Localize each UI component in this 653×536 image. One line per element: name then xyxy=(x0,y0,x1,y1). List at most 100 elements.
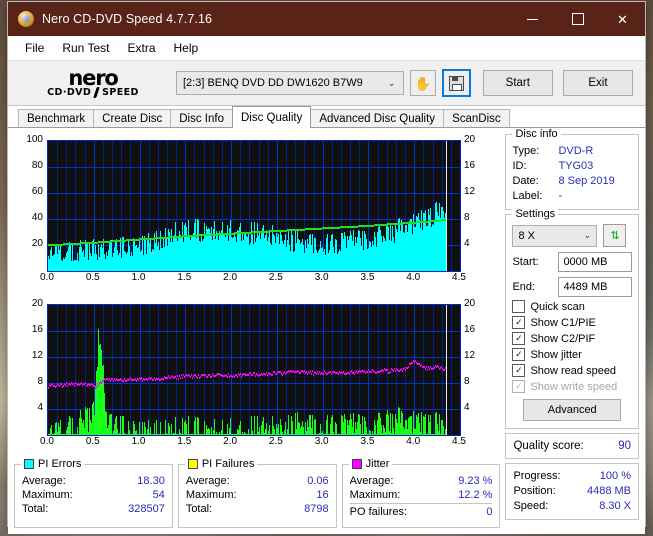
close-button[interactable]: ✕ xyxy=(600,2,645,36)
x-axis-tick-label: 4.5 xyxy=(452,272,466,283)
checkbox-show-jitter[interactable]: ✓ Show jitter xyxy=(512,348,632,361)
data-point xyxy=(272,374,273,376)
data-point xyxy=(96,386,97,388)
data-point xyxy=(267,374,268,376)
menu-file[interactable]: File xyxy=(16,38,53,58)
x-axis-tick-label: 2.5 xyxy=(268,272,283,283)
progress-label: Progress: xyxy=(513,470,561,482)
data-point xyxy=(110,380,111,382)
x-axis-tick-label: 3.5 xyxy=(360,272,375,283)
y-axis-tick-label: 8 xyxy=(37,376,43,387)
data-point xyxy=(153,379,154,381)
data-point xyxy=(227,376,228,378)
tab-advanced-disc-quality[interactable]: Advanced Disc Quality xyxy=(310,109,445,128)
data-bar xyxy=(188,416,189,435)
disc-date-value: 8 Sep 2019 xyxy=(558,175,615,187)
advanced-button[interactable]: Advanced xyxy=(523,399,622,421)
data-point xyxy=(198,374,199,376)
data-bar xyxy=(345,419,346,435)
jitter-color-swatch xyxy=(351,459,362,469)
data-point xyxy=(177,375,178,377)
data-bar xyxy=(175,417,176,435)
data-bar xyxy=(87,408,88,435)
data-point xyxy=(240,373,241,375)
minimize-button[interactable] xyxy=(510,2,555,36)
end-input[interactable]: 4489 MB xyxy=(558,277,632,297)
data-bar xyxy=(70,418,71,435)
save-button[interactable] xyxy=(442,69,471,97)
gridline xyxy=(48,167,460,168)
gridline xyxy=(451,141,452,271)
disc-info-row-date: Date: 8 Sep 2019 xyxy=(512,174,632,189)
data-point xyxy=(234,376,235,378)
speed-select[interactable]: 8 X ⌄ xyxy=(512,224,598,247)
gridline xyxy=(222,305,223,435)
data-bar xyxy=(198,418,199,435)
data-point xyxy=(309,372,310,374)
y-axis-tick-label: 16 xyxy=(31,324,43,335)
jitter-stats-title: Jitter xyxy=(348,458,393,470)
disc-id-label: ID: xyxy=(512,160,527,172)
tab-create-disc[interactable]: Create Disc xyxy=(93,109,172,128)
tab-disc-info[interactable]: Disc Info xyxy=(170,109,233,128)
data-point xyxy=(405,369,406,371)
pi-errors-chart: 0.0 0.5 1.0 1.5 2.0 2.5 3.0 3.5 4.0 4.5 20 40 60 80 10… xyxy=(14,134,501,294)
data-bar xyxy=(362,416,363,435)
checkbox-show-read-speed[interactable]: ✓ Show read speed xyxy=(512,364,632,377)
tab-benchmark[interactable]: Benchmark xyxy=(18,109,95,128)
data-point xyxy=(48,387,49,389)
data-point xyxy=(313,374,314,376)
tab-disc-quality[interactable]: Disc Quality xyxy=(232,106,312,128)
progress-value: 100 % xyxy=(599,470,631,482)
nero-logo-subtitle: CD·DVD SPEED xyxy=(47,87,139,98)
scan-end-marker xyxy=(446,141,447,271)
exit-button[interactable]: Exit xyxy=(562,70,633,96)
start-input[interactable]: 0000 MB xyxy=(558,252,632,272)
checkbox-icon: ✓ xyxy=(512,332,526,345)
minimize-icon xyxy=(527,18,538,20)
start-button[interactable]: Start xyxy=(482,70,553,96)
gridline xyxy=(75,141,76,271)
checkbox-show-c2-pif[interactable]: ✓ Show C2/PIF xyxy=(512,332,632,345)
progress-group: Progress: 100 % Position: 4488 MB Speed:… xyxy=(505,463,639,520)
y2-axis-tick-label: 8 xyxy=(464,212,470,223)
menu-run-test[interactable]: Run Test xyxy=(53,38,118,58)
data-point xyxy=(56,385,57,387)
pi-failures-label: PI Failures xyxy=(201,458,255,470)
gridline xyxy=(66,305,67,435)
data-bar xyxy=(439,414,440,435)
data-point xyxy=(349,373,350,375)
menu-extra[interactable]: Extra xyxy=(118,38,164,58)
refresh-button[interactable]: ⇅ xyxy=(603,224,627,247)
data-point xyxy=(311,373,312,375)
drive-select-value: [2:3] BENQ DVD DD DW1620 B7W9 xyxy=(183,77,363,89)
tab-bar: Benchmark Create Disc Disc Info Disc Qua… xyxy=(8,106,645,128)
drive-select[interactable]: [2:3] BENQ DVD DD DW1620 B7W9 ⌄ xyxy=(176,71,404,95)
y2-axis-tick-label: 4 xyxy=(464,402,470,413)
gridline xyxy=(259,305,260,435)
pi-errors-color-swatch xyxy=(24,459,34,469)
gridline xyxy=(249,305,250,435)
stat-row: Average: 0.06 xyxy=(186,474,329,488)
maximize-button[interactable] xyxy=(555,2,600,36)
checkbox-icon: ✓ xyxy=(512,316,526,329)
data-point xyxy=(190,376,191,378)
gridline xyxy=(57,305,58,435)
data-point xyxy=(426,366,427,368)
nero-cd-dvd-speed-window: Nero CD-DVD Speed 4.7.7.16 ✕ File Run Te… xyxy=(8,2,645,534)
data-point xyxy=(59,385,60,387)
speed-select-value: 8 X xyxy=(518,229,535,242)
eject-button[interactable]: ✋ xyxy=(409,70,437,96)
data-point xyxy=(252,374,253,376)
data-point xyxy=(136,380,137,382)
tab-scandisc[interactable]: ScanDisc xyxy=(443,109,510,128)
y2-axis-tick-label: 20 xyxy=(464,134,476,145)
window-controls: ✕ xyxy=(510,2,645,36)
data-bar xyxy=(430,415,431,435)
checkbox-quick-scan[interactable]: Quick scan xyxy=(512,300,632,313)
data-point xyxy=(98,385,99,387)
checkbox-show-c1-pie[interactable]: ✓ Show C1/PIE xyxy=(512,316,632,329)
y2-axis-tick-label: 8 xyxy=(464,376,470,387)
x-axis-tick-label: 2.5 xyxy=(268,436,283,447)
menu-help[interactable]: Help xyxy=(165,38,208,58)
